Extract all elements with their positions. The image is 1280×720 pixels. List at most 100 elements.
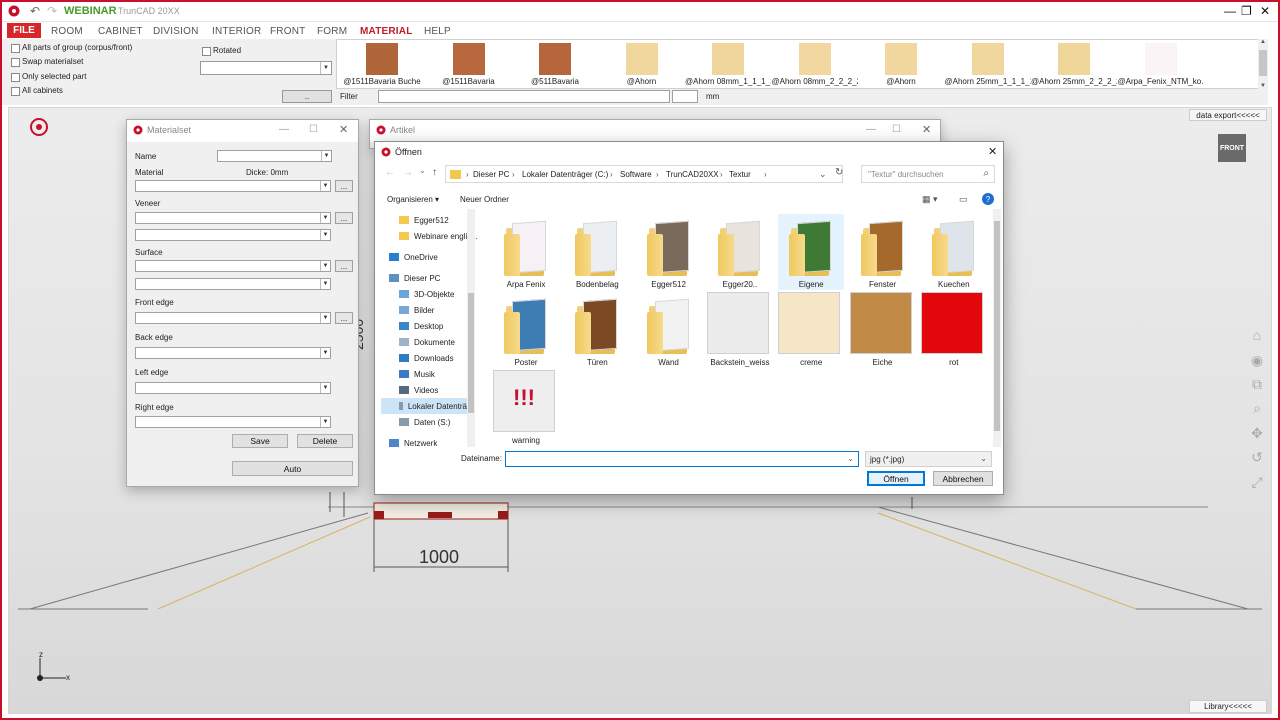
texture-swatch[interactable] [366, 43, 398, 75]
checkbox-only-selected[interactable] [11, 73, 20, 82]
nav-item[interactable]: Videos [399, 382, 438, 398]
texture-swatch[interactable] [1058, 43, 1090, 75]
breadcrumb-textur[interactable]: Textur [729, 170, 751, 179]
checkbox-rotated[interactable] [202, 47, 211, 56]
preview-pane-icon[interactable]: ▭ [959, 194, 968, 205]
up-icon[interactable]: ↑ [432, 167, 437, 178]
nav-item[interactable]: OneDrive [389, 249, 438, 265]
folder-item[interactable]: Türen [564, 292, 630, 368]
image-file-item[interactable]: rot [920, 292, 987, 368]
nav-item[interactable]: Lokaler Datenträ [381, 398, 467, 414]
menu-help[interactable]: HELP [424, 26, 451, 37]
folder-item[interactable]: Egger20.. [707, 214, 773, 290]
minimize-button[interactable]: — [866, 124, 876, 135]
front-edge-browse-button[interactable]: ... [335, 312, 353, 324]
options-select[interactable]: ▼ [200, 61, 332, 75]
view-cube-front[interactable]: FRONT [1218, 134, 1246, 162]
close-button[interactable]: ✕ [922, 123, 931, 136]
right-edge-select[interactable]: ▼ [135, 416, 331, 428]
search-input[interactable]: "Textur" durchsuchen ⌕ [861, 165, 995, 183]
nav-item[interactable]: Dokumente [399, 334, 455, 350]
breadcrumb-local-drive[interactable]: Lokaler Datenträger (C:) [522, 170, 608, 179]
folder-item[interactable]: Fenster [850, 214, 916, 290]
nav-item[interactable]: Musik [399, 366, 435, 382]
minimize-button[interactable]: — [1224, 4, 1236, 18]
close-button[interactable]: ✕ [988, 145, 997, 158]
zoom-icon[interactable]: ⌕ [1249, 400, 1265, 416]
front-edge-select[interactable]: ▼ [135, 312, 331, 324]
undo-icon[interactable]: ↶ [27, 3, 43, 19]
filter-size-input[interactable] [672, 90, 698, 103]
texture-swatch[interactable] [971, 43, 1004, 75]
surface-select-2[interactable]: ▼ [135, 278, 331, 290]
library-button[interactable]: Library<<<<< [1189, 700, 1267, 713]
texture-swatch[interactable] [798, 43, 831, 75]
back-edge-select[interactable]: ▼ [135, 347, 331, 359]
menu-front[interactable]: FRONT [270, 26, 305, 37]
nav-item[interactable]: 3D-Objekte [399, 286, 454, 302]
folder-item[interactable]: Kuechen [921, 214, 987, 290]
checkbox-all-cabinets[interactable] [11, 87, 20, 96]
eye-icon[interactable] [30, 118, 48, 136]
breadcrumb-software[interactable]: Software [620, 170, 652, 179]
back-icon[interactable]: ← [385, 167, 395, 178]
filename-input[interactable]: ⌄ [505, 451, 859, 467]
nav-item[interactable]: Daten (S:) [399, 414, 450, 430]
image-file-item[interactable]: Backstein_weiss [706, 292, 773, 368]
surface-select[interactable]: ▼ [135, 260, 331, 272]
maximize-button[interactable]: ☐ [309, 124, 318, 135]
name-select[interactable]: ▼ [217, 150, 332, 162]
texture-scrollbar[interactable]: ▲ ▼ [1258, 39, 1268, 89]
image-file-item[interactable]: Eiche [849, 292, 916, 368]
texture-swatch[interactable] [712, 43, 744, 75]
nav-item[interactable]: Netzwerk [389, 435, 437, 451]
chevron-down-icon[interactable]: ⌄ [819, 169, 827, 180]
texture-swatch[interactable] [1144, 43, 1177, 75]
auto-button[interactable]: Auto [232, 461, 353, 476]
rotate-icon[interactable]: ↺ [1249, 449, 1265, 465]
pan-icon[interactable]: ✥ [1249, 425, 1265, 441]
nav-scrollbar[interactable] [467, 209, 475, 447]
recent-chevron-icon[interactable]: ⌄ [419, 166, 426, 175]
image-file-item[interactable]: !!! warning [493, 370, 559, 446]
refresh-icon[interactable]: ↻ [835, 167, 843, 178]
cancel-button[interactable]: Abbrechen [933, 471, 993, 486]
texture-swatch[interactable] [539, 43, 571, 75]
menu-cabinet[interactable]: CABINET [98, 26, 143, 37]
veneer-select[interactable]: ▼ [135, 212, 331, 224]
options-more-button[interactable]: .. [282, 90, 332, 103]
address-bar[interactable]: › Dieser PC › Lokaler Datenträger (C:) ›… [445, 165, 843, 183]
nav-item[interactable]: Desktop [399, 318, 443, 334]
menu-material[interactable]: MATERIAL [360, 26, 413, 37]
new-folder-button[interactable]: Neuer Ordner [460, 195, 509, 204]
surface-browse-button[interactable]: ... [335, 260, 353, 272]
folder-item[interactable]: Bodenbelag [564, 214, 630, 290]
filter-input[interactable] [378, 90, 670, 103]
checkbox-all-parts[interactable] [11, 44, 20, 53]
menu-form[interactable]: FORM [317, 26, 347, 37]
nav-item[interactable]: Bilder [399, 302, 434, 318]
delete-button[interactable]: Delete [297, 434, 353, 448]
home-icon[interactable]: ⌂ [1249, 327, 1265, 343]
organize-menu[interactable]: Organisieren ▾ [387, 195, 439, 204]
view-options-icon[interactable]: ▦ ▾ [922, 194, 938, 205]
image-file-item[interactable]: creme [778, 292, 844, 368]
texture-swatch[interactable] [885, 43, 917, 75]
nav-item[interactable]: Dieser PC [389, 270, 440, 286]
menu-file[interactable]: FILE [7, 23, 41, 38]
orbit-icon[interactable]: ◉ [1249, 352, 1265, 368]
forward-icon[interactable]: → [403, 167, 413, 178]
material-browse-button[interactable]: ... [335, 180, 353, 192]
veneer-browse-button[interactable]: ... [335, 212, 353, 224]
folder-item[interactable]: Poster [493, 292, 559, 368]
minimize-button[interactable]: — [279, 124, 289, 135]
texture-swatch[interactable] [452, 43, 485, 75]
breadcrumb-truncad[interactable]: TrunCAD20XX [666, 170, 719, 179]
maximize-button[interactable]: ❐ [1241, 4, 1252, 18]
menu-division[interactable]: DIVISION [153, 26, 199, 37]
file-scrollbar[interactable] [993, 209, 1001, 447]
maximize-button[interactable]: ☐ [892, 124, 901, 135]
redo-icon[interactable]: ↷ [44, 3, 60, 19]
folder-item[interactable]: Eigene [778, 214, 845, 290]
close-button[interactable]: ✕ [1260, 4, 1270, 18]
